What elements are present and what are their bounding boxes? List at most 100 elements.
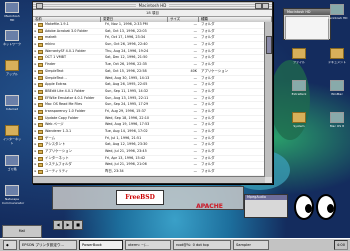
close-box-icon[interactable] — [36, 3, 43, 9]
file-date: Sun, Sep 24, 1995, 17:29 — [105, 102, 169, 108]
table-row[interactable]: ▸mkincSun, Oct 26, 1996, 22:40—フォルダ — [33, 42, 265, 49]
file-name: OCT 1 VMBT — [45, 55, 105, 61]
folder-icon — [38, 29, 43, 33]
file-name: makeit — [45, 35, 105, 41]
table-row[interactable]: ▸transparency 1.0 FolderFri, Aug 29, 199… — [33, 109, 265, 116]
desktop-icon[interactable]: アップル — [2, 60, 22, 76]
table-row[interactable]: ▸makeitFri, Oct 17, 1996, 23:34—フォルダ — [33, 35, 265, 42]
file-name: ゲーム — [45, 136, 105, 142]
desktop-icon[interactable]: Mac OS 8 — [326, 112, 348, 128]
desktop-icon[interactable]: WinMac — [326, 80, 348, 96]
taskbar-item[interactable]: PowerBook — [79, 240, 123, 250]
file-kind: フォルダ — [201, 49, 265, 55]
table-row[interactable]: ▸OCT 1 VMBTSat, Dec 12, 1996, 21:50—フォルダ — [33, 55, 265, 62]
file-size: — — [169, 42, 201, 48]
folder-icon — [38, 90, 43, 94]
taskbar-item[interactable]: root@%: 0 dot top — [173, 240, 231, 250]
desktop-icon[interactable]: Internet — [2, 95, 22, 111]
start-menu-icon[interactable]: ◆ — [3, 240, 17, 250]
file-name: システムフォルダ — [45, 162, 105, 168]
file-kind: フォルダ — [201, 62, 265, 68]
desktop-icon[interactable]: ファイル — [288, 48, 310, 64]
folder-icon — [38, 76, 43, 80]
file-name: Finder — [45, 62, 105, 68]
file-kind: フォルダ — [201, 76, 265, 82]
table-row[interactable]: ▸アシスタントSat, Aug 12, 1996, 23:30—フォルダ — [33, 142, 265, 149]
desktop-icon[interactable]: Netscape Communicator — [2, 185, 22, 205]
file-name: Update Copy Folder — [45, 116, 105, 122]
globe-icon — [5, 95, 19, 106]
file-size: — — [169, 149, 201, 155]
wm-button-icon[interactable]: ◀ — [53, 220, 63, 230]
file-size: — — [169, 82, 201, 88]
desktop-icon[interactable]: Macintosh HD — [2, 2, 22, 22]
table-row[interactable]: ▸Adobe Acrobat 3.0 FolderSat, Oct 13, 19… — [33, 29, 265, 36]
table-row[interactable]: ▸インターネットFri, Apr 13, 1996, 15:42—フォルダ — [33, 156, 265, 163]
file-kind: フォルダ — [201, 129, 265, 135]
desktop-icon[interactable]: ドキュメント — [326, 48, 348, 64]
file-size: — — [169, 122, 201, 128]
eye-icon — [316, 194, 336, 220]
table-row[interactable]: ▸FinderTue, Oct 26, 1996, 22:35—フォルダ — [33, 62, 265, 69]
file-kind: フォルダ — [201, 142, 265, 148]
table-row[interactable]: ▸Web ページWed, Aug 19, 1996, 17:53—フォルダ — [33, 122, 265, 129]
desktop-icon[interactable]: Macintosh HD — [326, 4, 348, 20]
table-row[interactable]: ▸アプリケーションWed, Jul 21, 1996, 23:45—フォルダ — [33, 149, 265, 156]
table-row[interactable]: ▸Update Copy FolderWed, Sep 18, 1996, 22… — [33, 116, 265, 123]
table-row[interactable]: ▸ユーティリティ昨日, 23:34—フォルダ — [33, 169, 265, 176]
taskbar-item[interactable]: EPSON プリンタ設定ウ... — [19, 240, 77, 250]
desktop-icon[interactable]: ExtraPack — [288, 80, 310, 96]
mail-button[interactable]: Mail — [2, 225, 42, 238]
collapse-box-icon[interactable] — [262, 3, 269, 9]
table-row[interactable]: ▸システムフォルダWed, Jul 21, 1996, 21:06—フォルダ — [33, 162, 265, 169]
file-date: Sat, Dec 12, 1996, 21:50 — [105, 55, 169, 61]
taskbar-item[interactable]: Sampler — [233, 240, 269, 250]
table-row[interactable]: ▸SimpleText ..Wed, Aug 30, 1995, 14:13—フ… — [33, 76, 265, 83]
file-kind: フォルダ — [201, 136, 265, 142]
taskbar: ◆ EPSON プリンタ設定ウ... PowerBook xterm: ~/..… — [0, 238, 350, 251]
folder-icon — [38, 36, 43, 40]
wm-button-icon[interactable]: ■ — [73, 220, 83, 230]
file-size: — — [169, 55, 201, 61]
file-name: インターネット — [45, 156, 105, 162]
window-title: Macintosh HD — [136, 3, 170, 8]
desktop-icon[interactable]: ネットワーク — [2, 30, 22, 46]
vertical-scrollbar[interactable] — [264, 22, 272, 177]
table-row[interactable]: ▸Wanderer 1.3.1Tue, Aug 14, 1996, 17:02—… — [33, 129, 265, 136]
horizontal-scrollbar[interactable] — [33, 176, 265, 183]
table-row[interactable]: ▸Makefile.1.9.1Fri, Nov 1, 1996, 2:33 PM… — [33, 22, 265, 29]
zoom-box-icon[interactable] — [255, 3, 262, 9]
file-date: Tue, Aug 14, 1996, 17:02 — [105, 129, 169, 135]
table-row[interactable]: ▸SimpleTextSat, Oct 15, 1996, 22:5840Kアプ… — [33, 69, 265, 76]
file-size: — — [169, 49, 201, 55]
folder-icon — [38, 96, 43, 100]
wm-button-icon[interactable]: ▶ — [63, 220, 73, 230]
table-row[interactable]: ▸WarrantySF 4.0.1 FolderThu, Aug 24, 199… — [33, 49, 265, 56]
taskbar-item[interactable]: xterm: ~/... — [125, 240, 171, 250]
mpeg-audio-window[interactable]: MpegAudio — [244, 194, 288, 218]
table-row[interactable]: ▸Apple ExtrasSat, Aug 26, 1995, 22:05—フォ… — [33, 82, 265, 89]
file-size: — — [169, 136, 201, 142]
file-date: Sat, Oct 13, 1996, 22:03 — [105, 29, 169, 35]
file-name: アシスタント — [45, 142, 105, 148]
desktop-icon[interactable]: インターネット — [2, 125, 22, 145]
window-titlebar[interactable]: Macintosh HD — [33, 2, 272, 10]
table-row[interactable]: ▸BBEdit Lite 4.0.1 FolderSun, Sep 11, 19… — [33, 89, 265, 96]
table-row[interactable]: ▸EFW4e Emulator 4.0.1 FolderSun, Aug 13,… — [33, 96, 265, 103]
file-date: Fri, Apr 13, 1996, 15:42 — [105, 156, 169, 162]
desktop-icon[interactable]: ゴミ箱 — [2, 155, 22, 171]
file-kind: フォルダ — [201, 156, 265, 162]
table-row[interactable]: ▸ゲームFri, Jul 1, 1996, 21:51—フォルダ — [33, 136, 265, 143]
file-date: Wed, Jul 21, 1996, 21:06 — [105, 162, 169, 168]
file-kind: フォルダ — [201, 109, 265, 115]
scroll-thumb[interactable] — [266, 36, 272, 54]
application-icon — [330, 112, 344, 123]
netscape-icon — [5, 185, 19, 196]
table-row[interactable]: ▸Mac OS Read Me FilesSun, Sep 24, 1995, … — [33, 102, 265, 109]
file-name: Web ページ — [45, 122, 105, 128]
finder-window[interactable]: Macintosh HD 18 項目 名前 変更日 サイズ 種類 ▸Makefi… — [32, 1, 273, 184]
file-date: Fri, Jul 1, 1996, 21:51 — [105, 136, 169, 142]
apache-logo: APACHE — [182, 202, 237, 212]
file-size: — — [169, 156, 201, 162]
desktop-icon[interactable]: System — [288, 112, 310, 128]
